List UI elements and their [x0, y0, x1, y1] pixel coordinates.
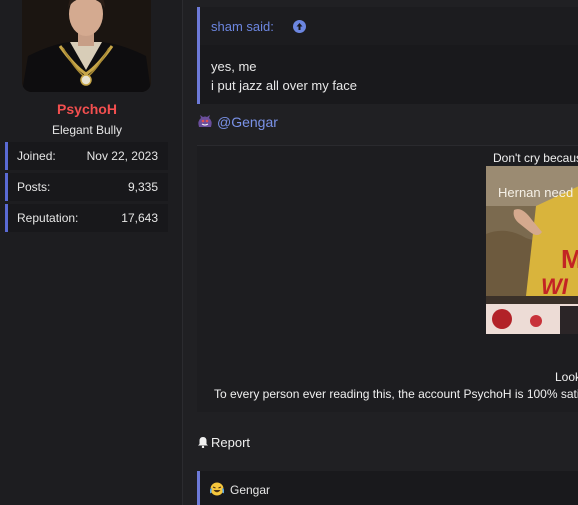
stat-reputation-label: Reputation:	[17, 211, 79, 225]
quote-line: i put jazz all over my face	[211, 78, 357, 93]
quote-attribution[interactable]: sham said:	[211, 19, 274, 34]
quote-header[interactable]: sham said:	[200, 7, 578, 45]
signature-meme-image: Hernan need M WI	[486, 166, 578, 334]
arrow-up-circle-icon[interactable]	[293, 20, 306, 33]
reaction-bar[interactable]: Gengar	[197, 471, 578, 505]
stat-joined-label: Joined:	[17, 149, 56, 163]
meme-big-text: WI	[541, 274, 568, 299]
signature-text-top: Don't cry becaus	[493, 151, 578, 165]
mention-text[interactable]: @Gengar	[217, 114, 278, 130]
user-title: Elegant Bully	[51, 123, 123, 137]
stat-joined: Joined: Nov 22, 2023	[5, 142, 168, 170]
user-sidebar: PsychoH Elegant Bully Joined: Nov 22, 20…	[0, 0, 182, 505]
avatar[interactable]	[22, 0, 151, 92]
user-mention[interactable]: @Gengar	[197, 114, 278, 130]
signature-disclaimer: To every person ever reading this, the a…	[214, 387, 578, 401]
stat-posts-label: Posts:	[17, 180, 51, 194]
meme-big-text: M	[561, 244, 578, 274]
reaction-user[interactable]: Gengar	[230, 483, 270, 497]
avatar-image	[22, 0, 151, 92]
stat-posts-value: 9,335	[127, 180, 158, 194]
stat-posts: Posts: 9,335	[5, 173, 168, 201]
signature: Don't cry becaus Hernan need M WI Look T…	[197, 145, 578, 412]
crying-laughing-face-icon	[209, 482, 225, 496]
quote-line: yes, me	[211, 59, 257, 74]
report-label[interactable]: Report	[211, 435, 250, 450]
meme-caption: Hernan need	[498, 185, 574, 200]
stat-reputation-value: 17,643	[121, 211, 158, 225]
bell-icon	[197, 436, 209, 449]
stat-joined-value: Nov 22, 2023	[86, 149, 158, 163]
username[interactable]: PsychoH	[0, 101, 174, 117]
signature-look-text: Look	[555, 370, 578, 384]
post-body: sham said: yes, me i put jazz all over m…	[182, 0, 578, 505]
report-button[interactable]: Report	[197, 435, 250, 450]
stat-reputation: Reputation: 17,643	[5, 204, 168, 232]
gengar-emoji-icon	[197, 115, 213, 129]
quote-block: sham said: yes, me i put jazz all over m…	[197, 7, 578, 104]
